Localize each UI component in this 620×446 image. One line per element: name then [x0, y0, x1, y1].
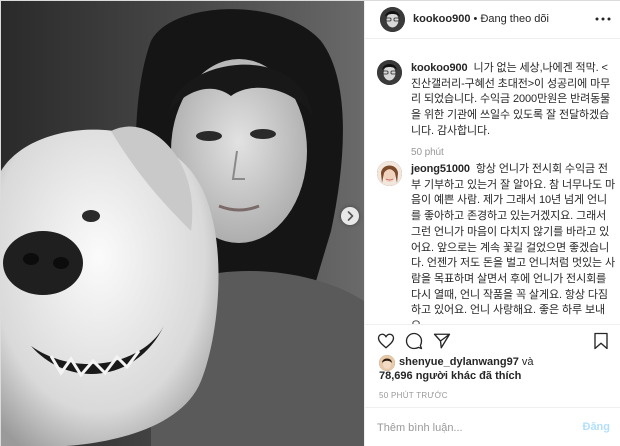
- comments-list[interactable]: kookoo900 니가 없는 세상,나에겐 적막. <진산갤러리-구혜선 초대…: [365, 39, 620, 324]
- post-timestamp[interactable]: 50 PHÚT TRƯỚC: [379, 391, 448, 400]
- chevron-right-icon: [347, 211, 354, 221]
- likes-line-1: shenyue_dylanwang97 và: [399, 356, 534, 368]
- author-avatar[interactable]: [380, 7, 405, 32]
- add-comment-bar: Đăng: [365, 407, 620, 446]
- post-details-panel: kookoo900 • Đang theo dõi kookoo900 니가 없…: [364, 1, 620, 446]
- post-comment-button[interactable]: Đăng: [583, 421, 611, 433]
- more-options-button[interactable]: [594, 12, 612, 26]
- caption-username-link[interactable]: kookoo900: [411, 62, 468, 74]
- bookmark-icon: [594, 332, 608, 350]
- likes-summary: shenyue_dylanwang97 và 78,696 người khác…: [379, 354, 619, 384]
- save-button[interactable]: [592, 332, 610, 350]
- avatar-image: [377, 161, 402, 186]
- instagram-post: kookoo900 • Đang theo dõi kookoo900 니가 없…: [0, 0, 620, 446]
- likes-others-label[interactable]: người khác đã thích: [413, 370, 522, 382]
- liker-username-link[interactable]: shenyue_dylanwang97: [399, 356, 519, 368]
- comment-icon: [405, 332, 423, 350]
- likes-line-2[interactable]: 78,696 người khác đã thích: [379, 370, 521, 382]
- commenter-username-link[interactable]: jeong51000: [411, 163, 470, 175]
- avatar-image: [379, 355, 395, 371]
- comment-body: jeong51000 항상 언니가 전시회 수익금 전부 기부하고 있는거 잘 …: [411, 162, 615, 324]
- share-icon: [433, 333, 451, 349]
- photo-image: [1, 1, 364, 446]
- caption-body: kookoo900 니가 없는 세상,나에겐 적막. <진산갤러리-구혜선 초대…: [411, 61, 615, 160]
- more-horizontal-icon: [595, 17, 611, 21]
- post-actions-bar: [365, 324, 620, 354]
- share-button[interactable]: [433, 332, 451, 350]
- like-button[interactable]: [377, 332, 395, 350]
- post-header: kookoo900 • Đang theo dõi: [365, 1, 620, 39]
- comment-input[interactable]: [377, 419, 567, 437]
- avatar-image: [377, 60, 402, 85]
- follow-status[interactable]: Đang theo dõi: [480, 13, 549, 25]
- comment-text: 항상 언니가 전시회 수익금 전부 기부하고 있는거 잘 알아요. 참 너무나도…: [411, 163, 616, 324]
- likes-count[interactable]: 78,696: [379, 370, 413, 382]
- carousel-next-button[interactable]: [341, 207, 359, 225]
- separator-dot: •: [470, 13, 481, 25]
- heart-icon: [377, 333, 395, 349]
- caption-time[interactable]: 50 phút: [411, 145, 615, 161]
- author-username-link[interactable]: kookoo900: [413, 13, 470, 25]
- header-text: kookoo900 • Đang theo dõi: [413, 13, 549, 25]
- liker-avatar[interactable]: [379, 355, 395, 371]
- avatar-image: [380, 7, 405, 32]
- author-avatar[interactable]: [377, 60, 402, 85]
- post-photo[interactable]: [1, 1, 364, 446]
- comment-button[interactable]: [405, 332, 423, 350]
- likes-and-label: và: [518, 356, 534, 368]
- commenter-avatar[interactable]: [377, 161, 402, 186]
